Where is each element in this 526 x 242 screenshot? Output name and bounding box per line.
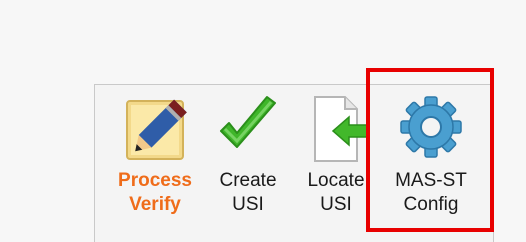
locate-usi-label-line2: USI [320, 194, 352, 215]
pencil-icon [126, 99, 187, 160]
process-verify-label: Process Verify [107, 169, 203, 217]
mas-st-config-button[interactable]: MAS-ST Config [379, 85, 483, 242]
checkmark-icon [220, 96, 276, 148]
locate-usi-label: Locate USI [301, 169, 371, 217]
process-verify-label-line1: Process [118, 170, 192, 191]
mas-st-config-label-line1: MAS-ST [395, 170, 467, 191]
locate-usi-button[interactable]: Locate USI [301, 85, 371, 242]
document-arrow-icon [314, 96, 368, 162]
mas-st-config-label: MAS-ST Config [379, 169, 483, 217]
gear-icon [400, 96, 462, 158]
create-usi-button[interactable]: Create USI [213, 85, 283, 242]
process-verify-label-line2: Verify [129, 194, 181, 215]
screenshot-stage: Process Verify Create USI Locate USI MAS… [0, 0, 526, 242]
mas-st-config-label-line2: Config [403, 194, 459, 215]
ribbon-toolbar: Process Verify Create USI Locate USI MAS… [94, 84, 494, 242]
locate-usi-label-line1: Locate [307, 170, 365, 191]
create-usi-label-line2: USI [232, 194, 264, 215]
create-usi-label: Create USI [213, 169, 283, 217]
process-verify-button[interactable]: Process Verify [107, 85, 203, 242]
create-usi-label-line1: Create [219, 170, 277, 191]
